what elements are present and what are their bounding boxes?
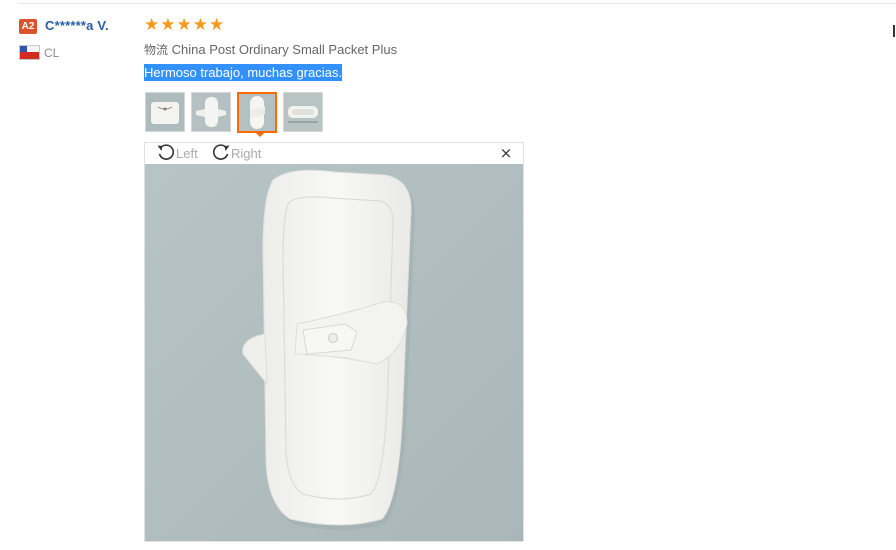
star-icon: ★ — [209, 15, 225, 35]
rotate-left-button[interactable]: Left — [156, 144, 198, 163]
review-photo — [145, 164, 523, 541]
reviewer-country: CL — [44, 46, 60, 60]
rotate-right-icon — [211, 142, 231, 165]
shipping-prefix: 物流 — [144, 43, 169, 57]
chile-flag-icon — [19, 45, 40, 60]
user-level-badge: A2 — [19, 19, 37, 34]
rotate-left-icon — [156, 142, 176, 165]
rotate-right-button[interactable]: Right — [211, 144, 261, 163]
image-viewer: Left Right × — [144, 142, 524, 542]
review-thumbnail[interactable] — [191, 92, 231, 132]
rotate-right-label: Right — [231, 146, 262, 161]
shipping-method: China Post Ordinary Small Packet Plus — [171, 42, 398, 57]
star-icon: ★ — [192, 15, 208, 35]
top-divider — [18, 3, 896, 4]
review-thumbnail[interactable] — [145, 92, 185, 132]
selected-thumbnail-pointer — [254, 131, 266, 137]
reviewer-name: C******a V. — [45, 18, 109, 33]
review-text: Hermoso trabajo, muchas gracias. — [144, 64, 342, 81]
review-thumbnail[interactable] — [283, 92, 323, 132]
star-icon: ★ — [176, 15, 192, 35]
viewer-toolbar: Left Right × — [145, 143, 523, 164]
review-thumbnails — [145, 92, 329, 133]
star-icon: ★ — [144, 15, 160, 35]
star-rating: ★ ★ ★ ★ ★ — [144, 16, 225, 35]
close-icon[interactable]: × — [499, 146, 513, 161]
star-icon: ★ — [160, 15, 176, 35]
review-thumbnail-selected[interactable] — [237, 92, 277, 133]
review-text-selected: Hermoso trabajo, muchas gracias. — [144, 64, 342, 81]
shipping-info: 物流 China Post Ordinary Small Packet Plus — [144, 41, 397, 58]
edge-scroll-marker — [890, 25, 896, 37]
rotate-left-label: Left — [176, 146, 198, 161]
